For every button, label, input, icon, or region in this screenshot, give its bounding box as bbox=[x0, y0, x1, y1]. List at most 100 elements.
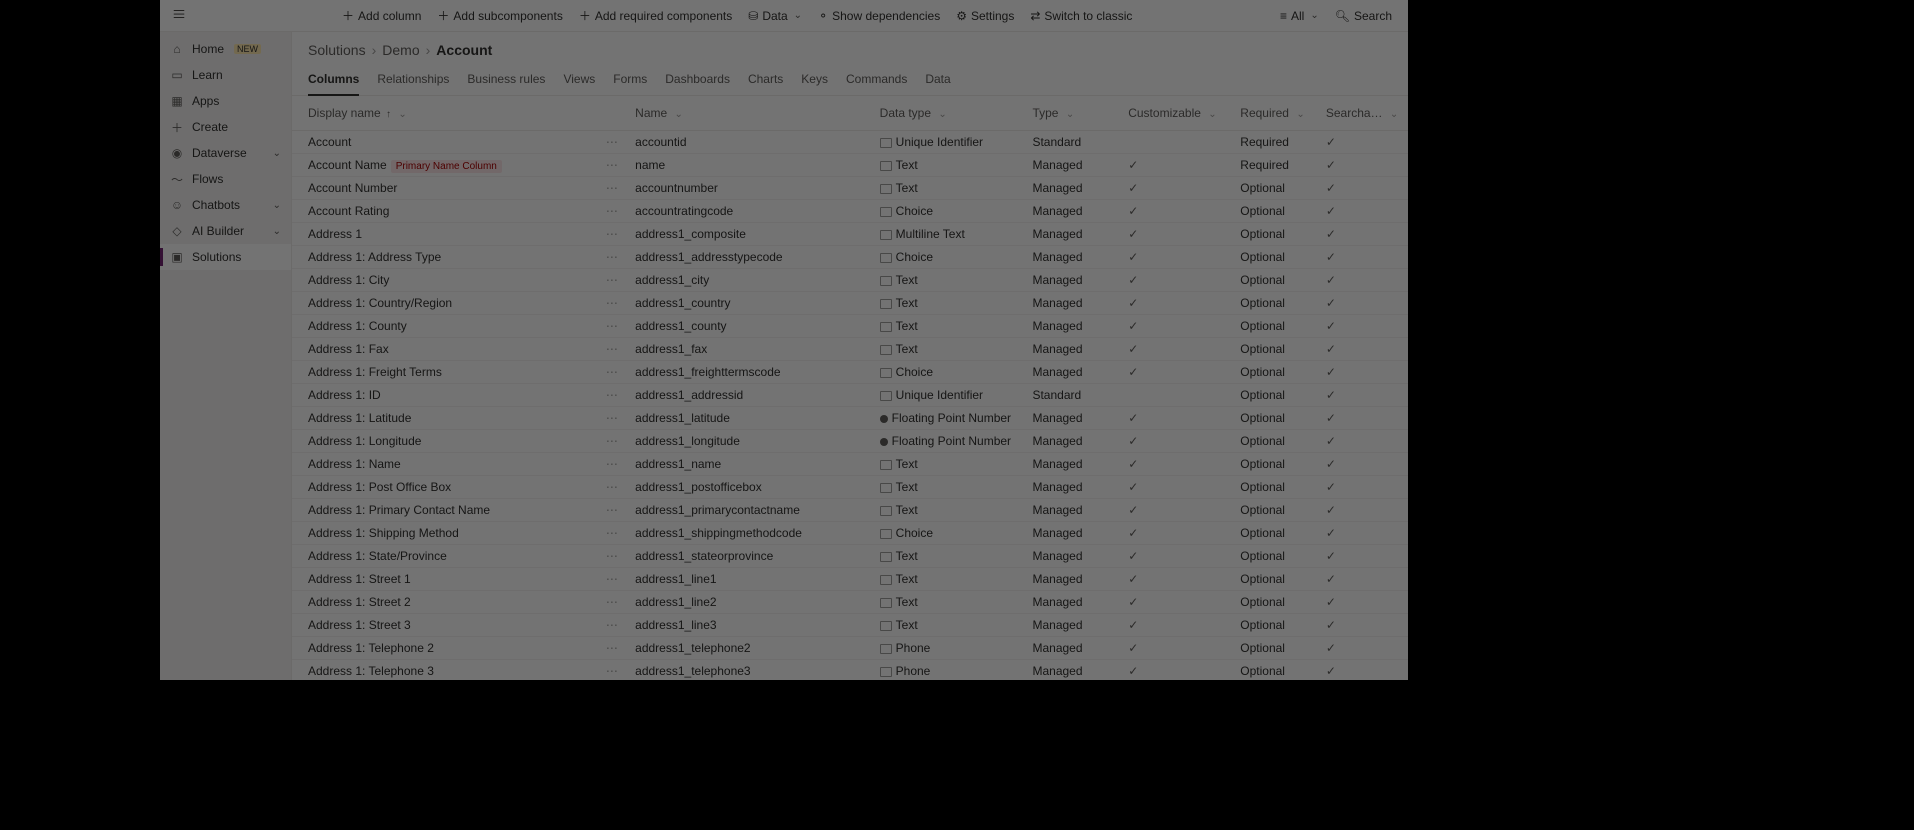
breadcrumb-demo[interactable]: Demo bbox=[382, 42, 419, 58]
header-type[interactable]: Type ⌄ bbox=[1024, 96, 1120, 131]
hamburger-menu[interactable] bbox=[168, 3, 190, 28]
row-more-button[interactable]: ⋯ bbox=[606, 204, 619, 218]
cell-name: address1_line3 bbox=[635, 618, 716, 632]
tab-data[interactable]: Data bbox=[925, 66, 950, 95]
cell-required: Optional bbox=[1240, 480, 1285, 494]
header-searchable[interactable]: Searcha… ⌄ bbox=[1318, 96, 1408, 131]
nav-solutions[interactable]: ▣ Solutions bbox=[160, 244, 291, 270]
apps-icon: ▦ bbox=[170, 94, 184, 108]
table-row[interactable]: Address 1: Telephone 2⋯address1_telephon… bbox=[292, 637, 1408, 660]
row-more-button[interactable]: ⋯ bbox=[606, 411, 619, 425]
tab-relationships[interactable]: Relationships bbox=[377, 66, 449, 95]
table-row[interactable]: Address 1: State/Province⋯address1_state… bbox=[292, 545, 1408, 568]
table-row[interactable]: Address 1: Street 1⋯address1_line1TextMa… bbox=[292, 568, 1408, 591]
table-row[interactable]: Address 1: Street 3⋯address1_line3TextMa… bbox=[292, 614, 1408, 637]
table-row[interactable]: Address 1: Fax⋯address1_faxTextManaged✓O… bbox=[292, 338, 1408, 361]
tab-views[interactable]: Views bbox=[563, 66, 595, 95]
table-row[interactable]: Account Rating⋯accountratingcodeChoiceMa… bbox=[292, 200, 1408, 223]
switch-classic-button[interactable]: ⇄ Switch to classic bbox=[1022, 5, 1140, 27]
nav-home[interactable]: ⌂ Home NEW bbox=[160, 36, 291, 62]
table-row[interactable]: Address 1: ID⋯address1_addressidUnique I… bbox=[292, 384, 1408, 407]
tab-forms[interactable]: Forms bbox=[613, 66, 647, 95]
cell-required: Optional bbox=[1240, 342, 1285, 356]
add-subcomponents-button[interactable]: ＋ Add subcomponents bbox=[429, 3, 570, 28]
row-more-button[interactable]: ⋯ bbox=[606, 664, 619, 678]
show-dependencies-button[interactable]: ⚬ Show dependencies bbox=[810, 5, 948, 27]
tab-charts[interactable]: Charts bbox=[748, 66, 783, 95]
table-row[interactable]: Address 1: Post Office Box⋯address1_post… bbox=[292, 476, 1408, 499]
cell-type: Managed bbox=[1032, 641, 1082, 655]
nav-ai-builder[interactable]: ◇ AI Builder ⌄ bbox=[160, 218, 291, 244]
row-more-button[interactable]: ⋯ bbox=[606, 595, 619, 609]
data-button[interactable]: ⛁ Data ⌄ bbox=[740, 5, 810, 27]
table-row[interactable]: Address 1: Freight Terms⋯address1_freigh… bbox=[292, 361, 1408, 384]
cell-type: Standard bbox=[1032, 388, 1081, 402]
nav-create[interactable]: ＋ Create bbox=[160, 114, 291, 140]
tab-columns[interactable]: Columns bbox=[308, 66, 359, 96]
columns-table-wrap[interactable]: Display name ↑ ⌄ Name ⌄ Data type bbox=[292, 96, 1408, 680]
row-more-button[interactable]: ⋯ bbox=[606, 181, 619, 195]
table-row[interactable]: Account Number⋯accountnumberTextManaged✓… bbox=[292, 177, 1408, 200]
settings-button[interactable]: ⚙ Settings bbox=[948, 5, 1022, 27]
table-row[interactable]: Address 1: County⋯address1_countyTextMan… bbox=[292, 315, 1408, 338]
table-row[interactable]: Address 1: Name⋯address1_nameTextManaged… bbox=[292, 453, 1408, 476]
header-customizable[interactable]: Customizable ⌄ bbox=[1120, 96, 1232, 131]
cell-data-type: Text bbox=[896, 618, 918, 632]
row-more-button[interactable]: ⋯ bbox=[606, 388, 619, 402]
row-more-button[interactable]: ⋯ bbox=[606, 434, 619, 448]
filter-all-button[interactable]: ≡ All ⌄ bbox=[1272, 5, 1327, 27]
solutions-icon: ▣ bbox=[170, 250, 184, 264]
table-row[interactable]: Address 1: Address Type⋯address1_address… bbox=[292, 246, 1408, 269]
nav-solutions-label: Solutions bbox=[192, 250, 241, 264]
table-row[interactable]: Address 1⋯address1_compositeMultiline Te… bbox=[292, 223, 1408, 246]
row-more-button[interactable]: ⋯ bbox=[606, 342, 619, 356]
header-display-name[interactable]: Display name ↑ ⌄ bbox=[292, 96, 598, 131]
row-more-button[interactable]: ⋯ bbox=[606, 618, 619, 632]
row-more-button[interactable]: ⋯ bbox=[606, 365, 619, 379]
header-data-type[interactable]: Data type ⌄ bbox=[872, 96, 1025, 131]
tab-business-rules[interactable]: Business rules bbox=[467, 66, 545, 95]
row-more-button[interactable]: ⋯ bbox=[606, 319, 619, 333]
nav-apps[interactable]: ▦ Apps bbox=[160, 88, 291, 114]
search-button[interactable]: 🔍︎ Search bbox=[1327, 5, 1400, 27]
tab-dashboards[interactable]: Dashboards bbox=[665, 66, 730, 95]
cell-display-name: Address 1: Primary Contact Name bbox=[308, 503, 490, 517]
header-required[interactable]: Required ⌄ bbox=[1232, 96, 1318, 131]
row-more-button[interactable]: ⋯ bbox=[606, 457, 619, 471]
row-more-button[interactable]: ⋯ bbox=[606, 227, 619, 241]
table-row[interactable]: Address 1: Shipping Method⋯address1_ship… bbox=[292, 522, 1408, 545]
table-row[interactable]: Address 1: Primary Contact Name⋯address1… bbox=[292, 499, 1408, 522]
header-name[interactable]: Name ⌄ bbox=[627, 96, 872, 131]
add-required-button[interactable]: ＋ Add required components bbox=[571, 3, 740, 28]
table-row[interactable]: Address 1: Street 2⋯address1_line2TextMa… bbox=[292, 591, 1408, 614]
table-row[interactable]: Address 1: Telephone 3⋯address1_telephon… bbox=[292, 660, 1408, 681]
row-more-button[interactable]: ⋯ bbox=[606, 503, 619, 517]
row-more-button[interactable]: ⋯ bbox=[606, 273, 619, 287]
cell-display-name: Account Rating bbox=[308, 204, 389, 218]
row-more-button[interactable]: ⋯ bbox=[606, 135, 619, 149]
nav-chatbots[interactable]: ☺ Chatbots ⌄ bbox=[160, 192, 291, 218]
tab-commands[interactable]: Commands bbox=[846, 66, 907, 95]
table-row[interactable]: Account⋯accountidUnique IdentifierStanda… bbox=[292, 131, 1408, 154]
nav-flows[interactable]: ～ Flows bbox=[160, 166, 291, 192]
row-more-button[interactable]: ⋯ bbox=[606, 250, 619, 264]
tab-keys[interactable]: Keys bbox=[801, 66, 828, 95]
table-row[interactable]: Address 1: Country/Region⋯address1_count… bbox=[292, 292, 1408, 315]
table-row[interactable]: Address 1: Latitude⋯address1_latitudeFlo… bbox=[292, 407, 1408, 430]
row-more-button[interactable]: ⋯ bbox=[606, 296, 619, 310]
breadcrumb-solutions[interactable]: Solutions bbox=[308, 42, 366, 58]
cell-name: address1_county bbox=[635, 319, 726, 333]
table-row[interactable]: Account NamePrimary Name Column⋯nameText… bbox=[292, 154, 1408, 177]
row-more-button[interactable]: ⋯ bbox=[606, 526, 619, 540]
nav-dataverse[interactable]: ◉ Dataverse ⌄ bbox=[160, 140, 291, 166]
row-more-button[interactable]: ⋯ bbox=[606, 158, 619, 172]
nav-learn[interactable]: ▭ Learn bbox=[160, 62, 291, 88]
table-row[interactable]: Address 1: City⋯address1_cityTextManaged… bbox=[292, 269, 1408, 292]
add-column-button[interactable]: ＋ Add column bbox=[334, 3, 429, 28]
row-more-button[interactable]: ⋯ bbox=[606, 641, 619, 655]
row-more-button[interactable]: ⋯ bbox=[606, 549, 619, 563]
datatype-icon bbox=[880, 368, 892, 378]
table-row[interactable]: Address 1: Longitude⋯address1_longitudeF… bbox=[292, 430, 1408, 453]
row-more-button[interactable]: ⋯ bbox=[606, 572, 619, 586]
row-more-button[interactable]: ⋯ bbox=[606, 480, 619, 494]
